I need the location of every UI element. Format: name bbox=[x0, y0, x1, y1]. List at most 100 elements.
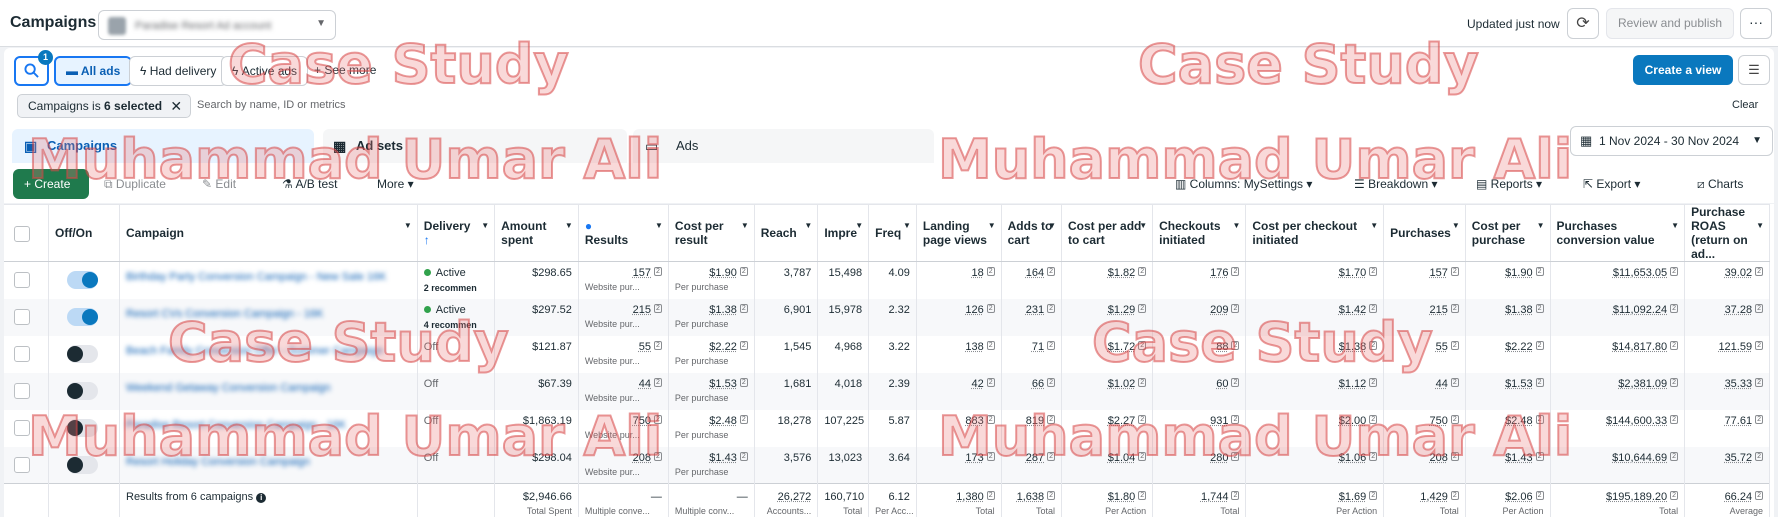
create-button[interactable]: + Create bbox=[13, 169, 89, 199]
campaign-toggle[interactable] bbox=[67, 307, 98, 326]
campaign-name-cell[interactable]: Weekend Getaway Conversion Campaign bbox=[119, 372, 418, 410]
reports-button[interactable]: ▤ Reports ▾ bbox=[1476, 171, 1542, 197]
select-all-checkbox[interactable] bbox=[14, 226, 30, 242]
charts-button[interactable]: ⧄ Charts bbox=[1697, 171, 1743, 197]
row-checkbox[interactable] bbox=[14, 419, 30, 436]
delivery-cell: Active 2 recommen bbox=[417, 261, 496, 299]
table-row[interactable]: Resort Holiday Conversion Campaign Off $29… bbox=[4, 446, 1770, 484]
columns-button[interactable]: ▥ Columns: MySettings ▾ bbox=[1175, 171, 1312, 197]
review-publish-button[interactable]: Review and publish bbox=[1606, 8, 1734, 39]
row-checkbox[interactable] bbox=[14, 272, 30, 288]
recommendations-link[interactable]: 2 recommen bbox=[424, 283, 488, 293]
campaign-toggle[interactable] bbox=[67, 381, 98, 400]
table-row[interactable]: Beach Family Conversion Offer - Summer C… bbox=[4, 335, 1770, 373]
caret-down-icon: ▾ bbox=[404, 177, 414, 191]
header-cost-per-checkout[interactable]: Cost per checkout initiated ▼ bbox=[1245, 204, 1385, 262]
create-view-button[interactable]: Create a view bbox=[1633, 55, 1733, 85]
attribution-icon: 2 bbox=[1138, 491, 1147, 500]
all-ads-chip[interactable]: ▬ All ads bbox=[54, 56, 133, 86]
tab-ad-sets[interactable]: ▦ Ad sets bbox=[323, 129, 627, 163]
header-cost-per-purchase[interactable]: Cost per purchase ▼ bbox=[1465, 204, 1551, 262]
campaign-name-cell[interactable]: Beach Family Conversion Offer - Summer C… bbox=[119, 335, 418, 373]
campaign-toggle[interactable] bbox=[67, 271, 98, 289]
header-campaign[interactable]: Campaign ▼ bbox=[119, 204, 418, 262]
refresh-button[interactable]: ⟳ bbox=[1567, 8, 1599, 39]
header-reach[interactable]: Reach ▼ bbox=[754, 204, 819, 262]
metric-sub: Per purchase bbox=[674, 429, 729, 440]
total-value: 160,710 bbox=[824, 491, 865, 503]
header-purchases-conversion-value[interactable]: Purchases conversion value ▼ bbox=[1550, 204, 1686, 262]
attribution-icon: 2 bbox=[1138, 414, 1147, 424]
header-label: Landing page views bbox=[922, 219, 987, 247]
campaign-filter-chip[interactable]: Campaigns is 6 selected ✕ bbox=[17, 94, 192, 118]
attribution-icon: 2 bbox=[1047, 303, 1056, 313]
header-impressions[interactable]: Impre ▼ bbox=[817, 204, 870, 262]
close-icon[interactable]: ✕ bbox=[170, 95, 182, 117]
attribution-icon: 2 bbox=[654, 303, 662, 313]
header-cost-per-result[interactable]: Cost per result ▼ bbox=[668, 204, 755, 262]
metric-cpco: $1.06 2 bbox=[1245, 446, 1385, 484]
row-checkbox[interactable] bbox=[14, 382, 30, 399]
table-row[interactable]: Birthday Party Conversion Campaign - New… bbox=[4, 261, 1770, 299]
attribution-icon: 2 bbox=[739, 377, 748, 387]
clear-filters-link[interactable]: Clear bbox=[1732, 99, 1758, 111]
campaign-name-cell[interactable]: Resort Holiday Conversion Campaign bbox=[119, 446, 418, 484]
metric-cpco: $1.42 2 bbox=[1245, 298, 1385, 336]
breakdown-button[interactable]: ☰ Breakdown ▾ bbox=[1354, 171, 1438, 197]
header-purchase-roas[interactable]: Purchase ROAS (return on ad... ▼ bbox=[1684, 204, 1770, 262]
total-reach: 26,272 Accounts... bbox=[754, 483, 819, 517]
header-landing-page-views[interactable]: Landing page views ▼ bbox=[916, 204, 1002, 262]
tab-campaigns[interactable]: ▣ Campaigns bbox=[12, 129, 314, 163]
chevron-down-icon: ▼ bbox=[316, 18, 326, 29]
see-more-chip[interactable]: + See more bbox=[304, 56, 386, 86]
header-delivery[interactable]: Delivery ↑ ▼ bbox=[417, 204, 496, 262]
date-range-picker[interactable]: ▦ 1 Nov 2024 - 30 Nov 2024 ▼ bbox=[1570, 126, 1773, 156]
row-checkbox[interactable] bbox=[14, 345, 30, 362]
active-status-dot bbox=[423, 305, 431, 313]
info-icon[interactable]: i bbox=[256, 493, 267, 503]
recommendations-link[interactable]: 4 recommen bbox=[424, 320, 488, 330]
header-purchases[interactable]: Purchases ▼ bbox=[1383, 204, 1466, 262]
campaign-toggle[interactable] bbox=[67, 455, 98, 474]
more-actions-button[interactable]: More ▾ bbox=[377, 171, 414, 197]
had-delivery-chip[interactable]: ϟ Had delivery bbox=[129, 56, 228, 86]
more-options-button[interactable]: ··· bbox=[1740, 8, 1772, 39]
campaign-name[interactable]: Paradise Resort Conversion Campaign - 16… bbox=[126, 419, 411, 431]
header-amount-spent[interactable]: Amount spent ▼ bbox=[494, 204, 579, 262]
row-checkbox[interactable] bbox=[14, 456, 30, 473]
view-settings-button[interactable]: ☰ bbox=[1738, 55, 1770, 85]
campaign-name[interactable]: Resort Holiday Conversion Campaign bbox=[126, 456, 411, 468]
campaign-name-cell[interactable]: Paradise Resort Conversion Campaign - 16… bbox=[119, 409, 418, 447]
edit-button[interactable]: ✎ Edit bbox=[202, 171, 236, 197]
campaign-name[interactable]: Birthday Party Conversion Campaign - New… bbox=[126, 271, 411, 283]
campaign-name[interactable]: Weekend Getaway Conversion Campaign bbox=[126, 382, 411, 394]
account-select[interactable]: Paradise Resort Ad account ▼ bbox=[98, 10, 336, 40]
attribution-icon: 2 bbox=[986, 377, 995, 387]
export-button[interactable]: ⇱ Export ▾ bbox=[1583, 171, 1640, 197]
campaign-toggle[interactable] bbox=[67, 418, 98, 437]
header-checkouts-initiated[interactable]: Checkouts initiated ▼ bbox=[1152, 204, 1247, 262]
header-results[interactable]: ● Results ▼ bbox=[578, 204, 669, 262]
attribution-icon: 2 bbox=[1755, 491, 1763, 500]
campaign-name-cell[interactable]: Birthday Party Conversion Campaign - New… bbox=[119, 261, 418, 299]
table-row[interactable]: Paradise Resort Conversion Campaign - 16… bbox=[4, 409, 1770, 447]
row-checkbox[interactable] bbox=[14, 308, 30, 325]
active-ads-chip[interactable]: ϟ Active ads bbox=[221, 56, 309, 86]
campaign-name[interactable]: Resort CVs Conversion Campaign - 16K bbox=[126, 308, 411, 320]
header-frequency[interactable]: Freq ▼ bbox=[868, 204, 917, 262]
campaign-name[interactable]: Beach Family Conversion Offer - Summer C… bbox=[126, 345, 411, 357]
search-input[interactable]: Search by name, ID or metrics bbox=[197, 99, 346, 111]
metric-value: $1.90 bbox=[709, 267, 737, 279]
campaign-toggle[interactable] bbox=[67, 344, 98, 363]
table-row[interactable]: Weekend Getaway Conversion Campaign Off $6… bbox=[4, 372, 1770, 410]
chip-label: All ads bbox=[80, 64, 121, 78]
header-cost-per-add-to-cart[interactable]: Cost per add to cart ▼ bbox=[1061, 204, 1154, 262]
duplicate-button[interactable]: ⧉ Duplicate bbox=[104, 171, 166, 197]
table-row[interactable]: Resort CVs Conversion Campaign - 16K Acti… bbox=[4, 298, 1770, 336]
metric-spent: $298.65 bbox=[494, 261, 579, 299]
campaign-name-cell[interactable]: Resort CVs Conversion Campaign - 16K bbox=[119, 298, 418, 336]
tab-ads[interactable]: ▭ Ads bbox=[633, 129, 934, 163]
header-adds-to-cart[interactable]: Adds to cart ▼ bbox=[1001, 204, 1063, 262]
ab-test-button[interactable]: ⚗ A/B test bbox=[282, 171, 337, 197]
metric-value: 4,968 bbox=[834, 340, 863, 353]
